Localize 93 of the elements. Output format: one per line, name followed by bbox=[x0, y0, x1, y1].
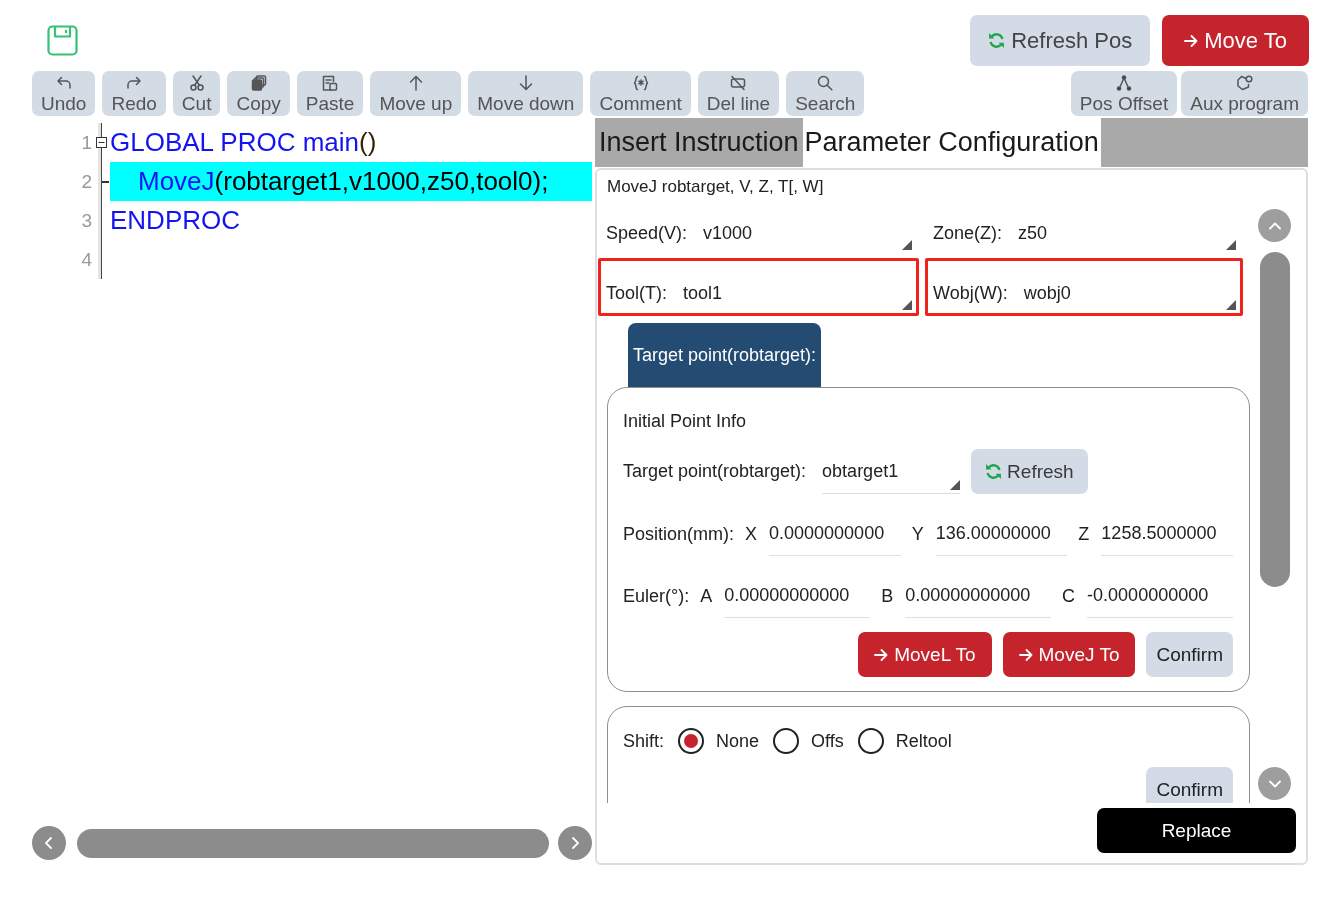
radio-label[interactable]: None bbox=[716, 730, 760, 752]
toolbar-button[interactable]: Pos Offset bbox=[1070, 71, 1178, 116]
scroll-up-button[interactable] bbox=[1258, 209, 1291, 242]
coordinate-field[interactable]: 1258.5000000 bbox=[1101, 512, 1233, 556]
confirm-button[interactable]: Confirm bbox=[1146, 632, 1233, 677]
coordinate-field[interactable]: 0.00000000000 bbox=[905, 574, 1052, 618]
scroll-left-button[interactable] bbox=[32, 826, 66, 860]
value-dropdown[interactable]: z50 bbox=[1018, 213, 1236, 253]
toolbar-button[interactable]: Redo bbox=[102, 71, 166, 116]
axis-label: Z bbox=[1078, 523, 1090, 545]
axis-label: A bbox=[700, 585, 713, 607]
dropdown-triangle-icon bbox=[950, 480, 961, 490]
value-dropdown[interactable]: v1000 bbox=[703, 213, 912, 253]
instruction-syntax: MoveJ robtarget, V, Z, T[, W] bbox=[606, 176, 825, 198]
field-label: Zone(Z): bbox=[933, 222, 1002, 244]
line-number: 1 bbox=[80, 131, 93, 155]
scrollbar-thumb[interactable] bbox=[77, 828, 549, 858]
value-dropdown[interactable]: obtarget1 bbox=[822, 449, 961, 494]
toolbar-button[interactable]: Move up bbox=[370, 71, 462, 116]
nodes-icon bbox=[1116, 75, 1133, 91]
tab[interactable]: Insert Instruction bbox=[597, 118, 801, 167]
toolbar-button[interactable]: Aux program bbox=[1181, 71, 1308, 116]
dropdown-triangle-icon bbox=[902, 300, 912, 310]
toolbar-button[interactable]: Del line bbox=[697, 71, 780, 116]
arrow-down-icon bbox=[517, 75, 534, 91]
code-line: ENDPROC bbox=[110, 204, 241, 237]
toolbar-button[interactable]: Cut bbox=[172, 71, 221, 116]
toolbar-button[interactable]: Comment bbox=[590, 71, 691, 116]
dropdown-triangle-icon bbox=[902, 240, 912, 250]
refresh-button[interactable]: Refresh bbox=[971, 449, 1088, 494]
clipboard-icon bbox=[322, 75, 339, 91]
move-to-button[interactable]: MoveJ To bbox=[1002, 632, 1136, 677]
replace-button[interactable]: Replace bbox=[1097, 808, 1296, 853]
arrow-right-icon bbox=[874, 647, 889, 662]
dropdown-triangle-icon bbox=[1226, 300, 1236, 310]
coordinate-field[interactable]: 0.0000000000 bbox=[769, 512, 901, 556]
field-label: Euler(°): bbox=[623, 585, 690, 607]
axis-label: X bbox=[745, 523, 758, 545]
line-number: 2 bbox=[80, 170, 93, 194]
value-dropdown[interactable]: wobj0 bbox=[1023, 273, 1236, 313]
toolbar-button[interactable]: Copy bbox=[227, 71, 290, 116]
value-dropdown[interactable]: tool1 bbox=[683, 273, 912, 313]
toolbar-button[interactable]: Move down bbox=[468, 71, 584, 116]
field-label: Wobj(W): bbox=[933, 282, 1008, 304]
braces-icon bbox=[632, 75, 649, 91]
fold-toggle-icon[interactable] bbox=[96, 137, 107, 148]
fold-end-icon bbox=[102, 180, 109, 183]
refresh-icon bbox=[988, 32, 1006, 49]
confirm-button[interactable]: Confirm bbox=[1146, 767, 1233, 803]
axis-label: C bbox=[1062, 585, 1076, 607]
radio-label[interactable]: Reltool bbox=[895, 730, 952, 752]
coordinate-field[interactable]: 0.00000000000 bbox=[724, 574, 871, 618]
scroll-right-button[interactable] bbox=[558, 826, 592, 860]
radio-button[interactable] bbox=[773, 728, 800, 754]
refresh-icon bbox=[985, 463, 1003, 480]
tab[interactable]: Parameter Configuration bbox=[802, 118, 1101, 167]
dropdown-triangle-icon bbox=[1226, 240, 1236, 250]
refresh-button[interactable]: Refresh Pos bbox=[970, 15, 1151, 66]
tab[interactable]: Target point(robtarget): bbox=[628, 323, 822, 387]
field-label: Position(mm): bbox=[623, 523, 734, 545]
redo-icon bbox=[126, 75, 143, 91]
toolbar-button[interactable]: Undo bbox=[32, 71, 96, 116]
axis-label: B bbox=[881, 585, 894, 607]
toolbar-button[interactable]: Paste bbox=[296, 71, 364, 116]
radio-label[interactable]: Offs bbox=[811, 730, 844, 752]
strikethrough-box-icon bbox=[730, 75, 747, 91]
field-label: Target point(robtarget): bbox=[623, 461, 807, 482]
axis-label: Y bbox=[911, 523, 924, 545]
scrollbar-thumb[interactable] bbox=[1259, 252, 1290, 587]
field-label: Shift: bbox=[623, 730, 665, 752]
code-line: GLOBAL PROC main() bbox=[110, 126, 378, 159]
arrow-right-icon bbox=[1018, 647, 1033, 662]
coordinate-field[interactable]: -0.0000000000 bbox=[1087, 574, 1233, 618]
search-icon bbox=[817, 75, 834, 91]
arrow-right-icon bbox=[1184, 33, 1199, 48]
radio-button[interactable] bbox=[678, 728, 705, 754]
field-label: Speed(V): bbox=[606, 222, 688, 244]
line-number: 4 bbox=[80, 248, 93, 272]
move-to-button[interactable]: Move To bbox=[1162, 15, 1309, 66]
save-icon[interactable] bbox=[47, 25, 78, 56]
copy-icon bbox=[250, 75, 267, 91]
move-to-button[interactable]: MoveL To bbox=[858, 632, 992, 677]
scroll-down-button[interactable] bbox=[1258, 767, 1291, 800]
arrow-up-icon bbox=[407, 75, 424, 91]
hexagon-circle-icon bbox=[1236, 75, 1253, 91]
scissors-icon bbox=[188, 75, 205, 91]
line-number: 3 bbox=[80, 209, 93, 233]
toolbar-button[interactable]: Search bbox=[786, 71, 865, 116]
undo-icon bbox=[55, 75, 72, 91]
group-title: Initial Point Info bbox=[623, 410, 748, 432]
field-label: Tool(T): bbox=[606, 282, 667, 304]
coordinate-field[interactable]: 136.00000000 bbox=[935, 512, 1068, 556]
radio-button[interactable] bbox=[857, 728, 884, 754]
